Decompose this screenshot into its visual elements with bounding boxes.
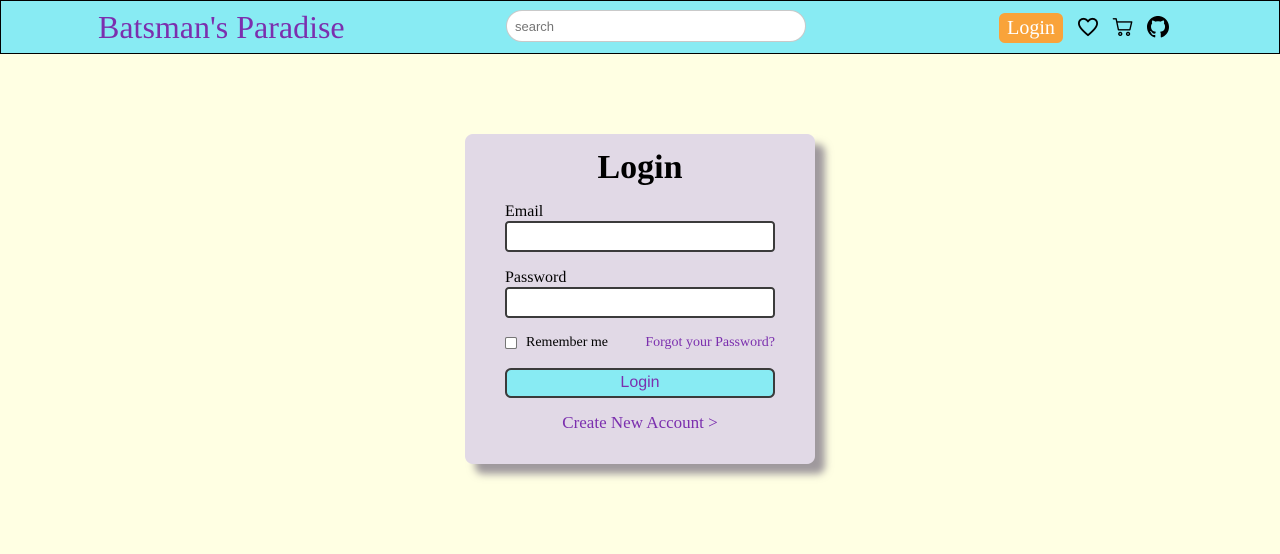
remember-me-label[interactable]: Remember me [526, 335, 608, 351]
heart-icon[interactable] [1077, 16, 1099, 38]
login-title: Login [597, 149, 683, 186]
password-label: Password [505, 269, 567, 286]
create-account-row: Create New Account > [0, 413, 1280, 433]
brand-title[interactable]: Batsman's Paradise [98, 9, 345, 45]
navbar: Batsman's Paradise Login [0, 0, 1280, 54]
forgot-password-link[interactable]: Forgot your Password? [645, 335, 775, 351]
search-input[interactable] [506, 10, 806, 42]
cart-icon[interactable] [1112, 16, 1134, 38]
create-account-link[interactable]: Create New Account > [562, 413, 717, 432]
login-submit-button[interactable]: Login [505, 368, 775, 398]
github-icon[interactable] [1147, 16, 1169, 38]
email-label: Email [505, 203, 544, 220]
password-field[interactable] [505, 287, 775, 318]
nav-login-button[interactable]: Login [999, 13, 1063, 43]
email-field[interactable] [505, 221, 775, 252]
remember-me-checkbox[interactable] [505, 337, 517, 349]
